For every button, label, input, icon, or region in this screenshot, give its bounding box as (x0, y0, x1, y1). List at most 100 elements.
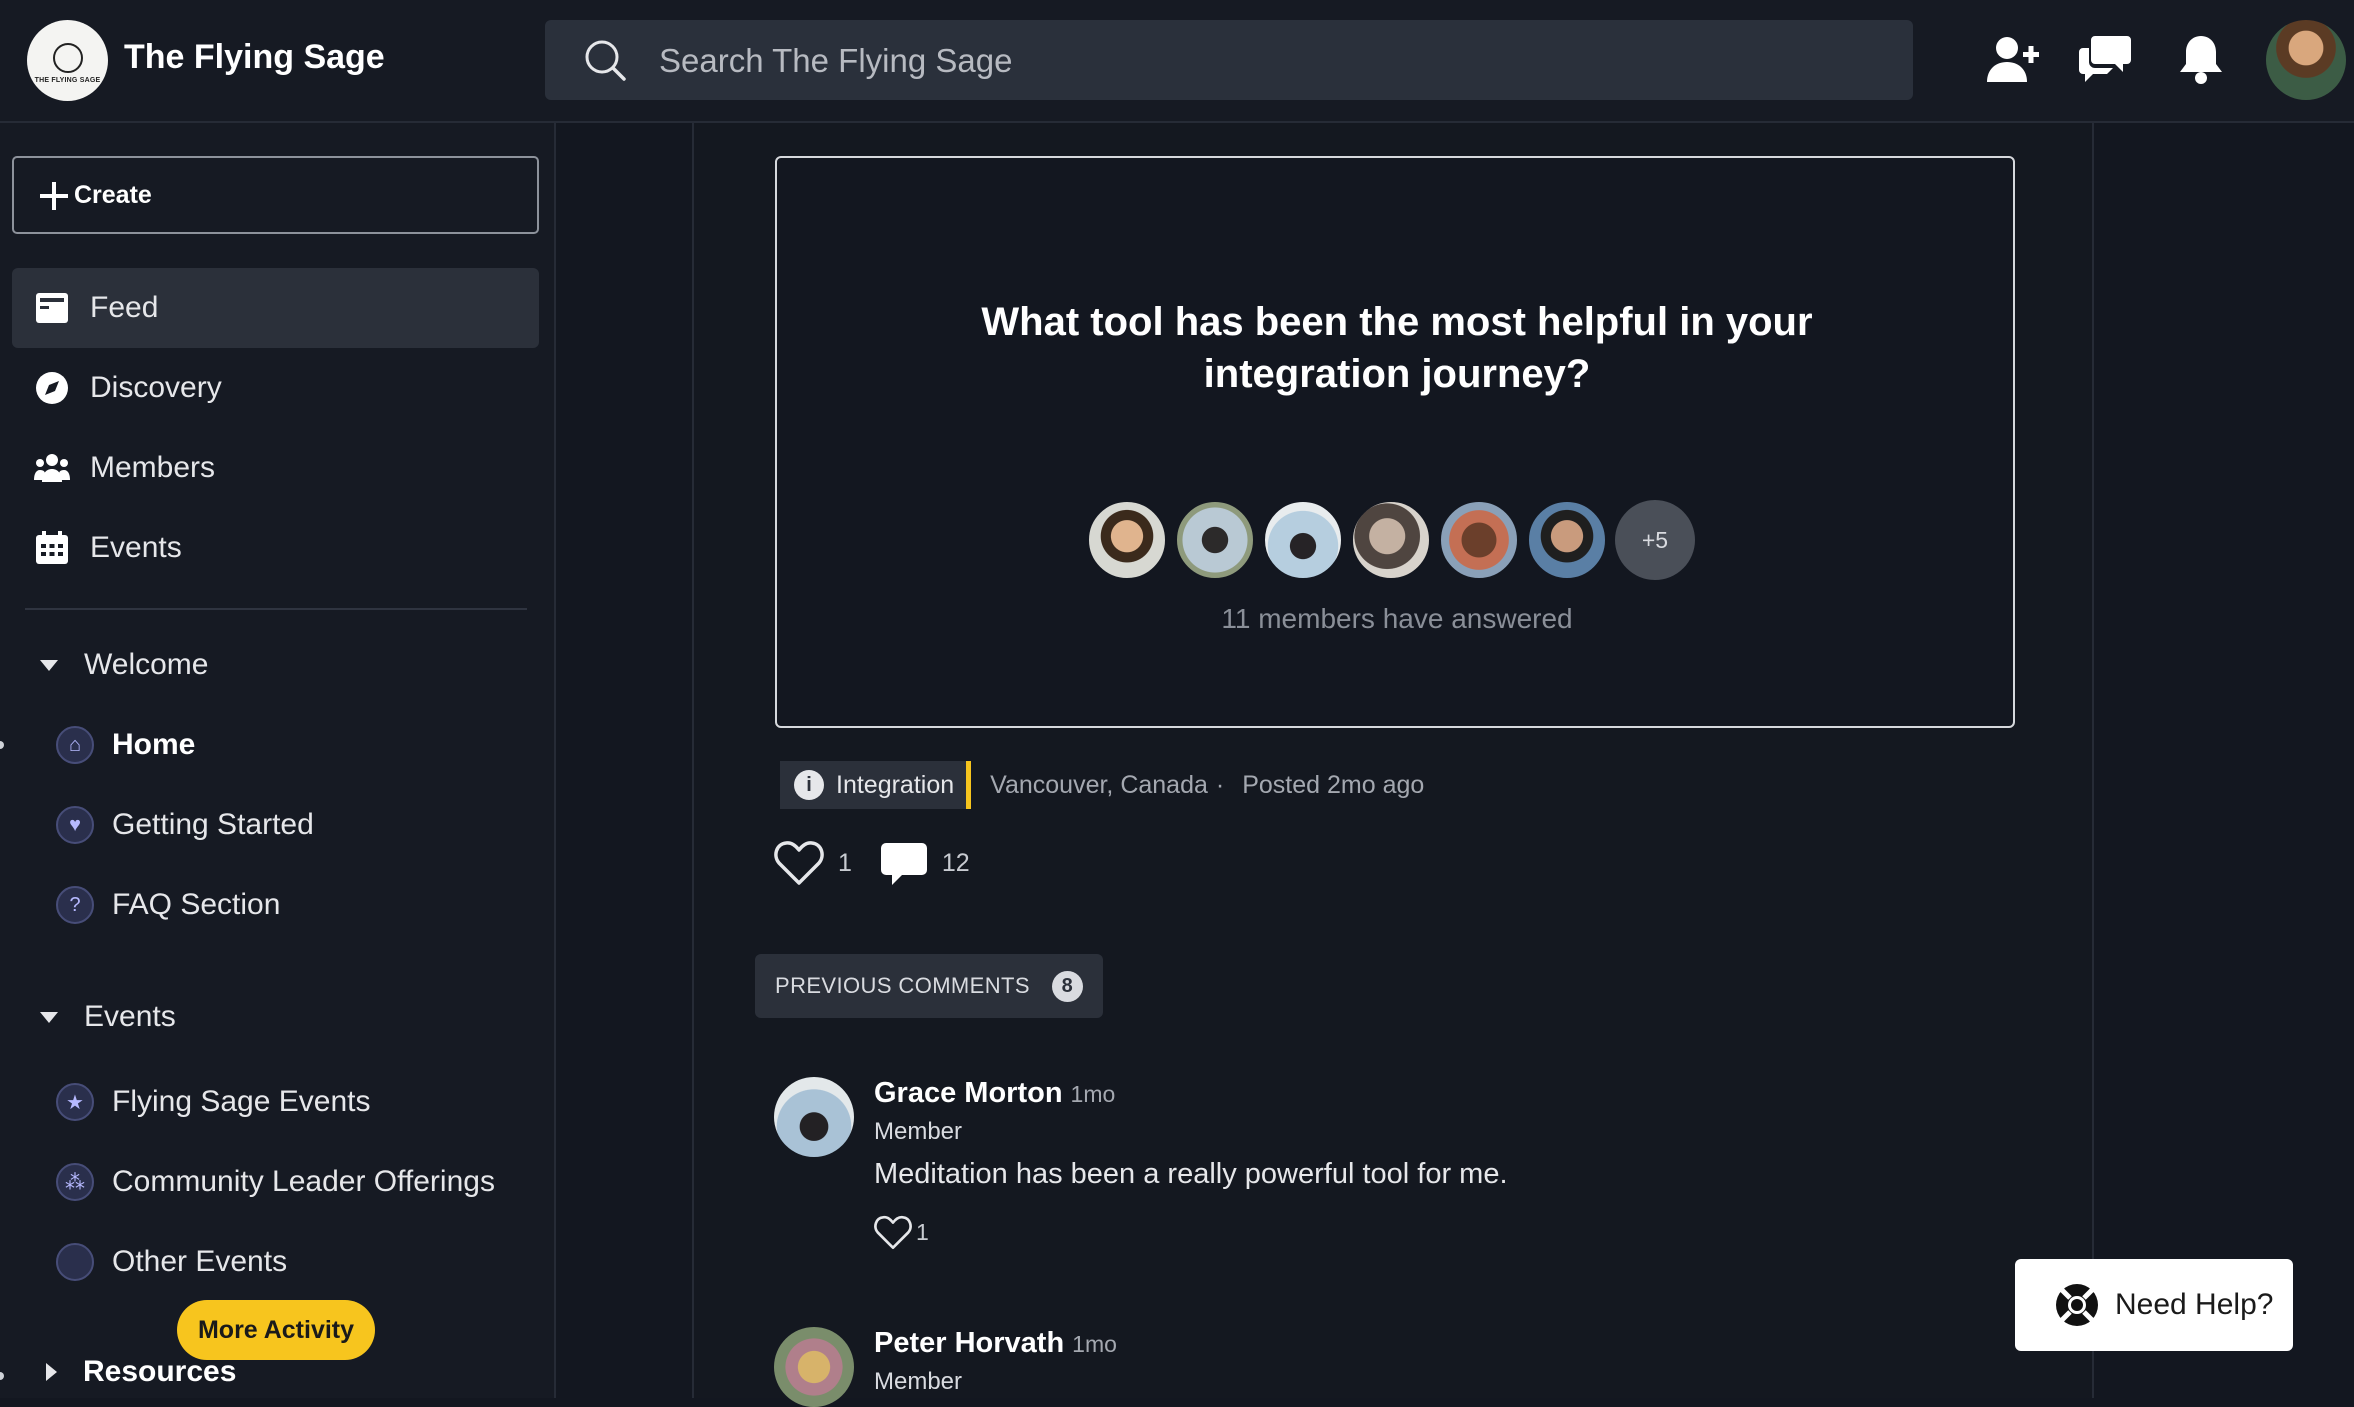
meta-separator: · (1215, 770, 1225, 799)
sidebar-item-faq[interactable]: ? FAQ Section (56, 877, 280, 933)
sidebar-item-label: Home (112, 728, 196, 761)
create-button[interactable]: Create (12, 156, 539, 234)
question-card[interactable]: What tool has been the most helpful in y… (775, 156, 2015, 728)
comment-text: Meditation has been a really powerful to… (874, 1158, 1508, 1190)
community-name[interactable]: The Flying Sage (124, 38, 385, 77)
sidebar-divider (25, 608, 527, 610)
answerer-avatars[interactable]: +5 (1087, 500, 1695, 580)
search-bar[interactable] (545, 20, 1913, 102)
add-member-icon[interactable] (1985, 32, 2043, 90)
left-gutter (556, 123, 694, 1398)
bell-icon[interactable] (2176, 32, 2234, 90)
tag-label: Integration (836, 770, 955, 799)
comment-role: Member (874, 1368, 963, 1395)
previous-comments-button[interactable]: PREVIOUS COMMENTS 8 (755, 954, 1103, 1018)
nav-feed[interactable]: Feed (12, 268, 539, 348)
avatar[interactable] (774, 1077, 854, 1157)
comment-like-count: 1 (916, 1219, 929, 1245)
nav-discovery[interactable]: Discovery (12, 348, 539, 428)
section-title: Events (84, 1000, 176, 1033)
post-reactions: 1 12 (774, 839, 998, 887)
nav-label: Feed (90, 291, 159, 324)
section-indicator (0, 1372, 4, 1380)
section-events[interactable]: Events (40, 1000, 176, 1034)
avatar[interactable] (1351, 500, 1431, 580)
caret-down-icon (40, 1011, 58, 1023)
topic-tag[interactable]: i Integration (780, 761, 972, 809)
nav-label: Events (90, 531, 182, 564)
logo-text: THE FLYING SAGE (34, 77, 101, 84)
section-title: Resources (83, 1355, 237, 1388)
nav-label: Discovery (90, 371, 222, 404)
answered-count: 11 members have answered (1221, 603, 1573, 634)
top-bar: THE FLYING SAGE The Flying Sage (0, 0, 2354, 123)
lifebuoy-icon (2053, 1281, 2101, 1329)
avatar[interactable] (1263, 500, 1343, 580)
sidebar-item-flying-sage-events[interactable]: ★ Flying Sage Events (56, 1074, 370, 1130)
user-avatar[interactable] (2266, 20, 2346, 100)
sidebar-item-getting-started[interactable]: ♥ Getting Started (56, 797, 314, 853)
section-title: Welcome (84, 648, 209, 681)
community-logo[interactable]: THE FLYING SAGE (27, 20, 108, 101)
section-resources[interactable]: Resources (40, 1355, 236, 1389)
post-time: Posted 2mo ago (1242, 770, 1425, 799)
comment-author[interactable]: Peter Horvath (874, 1327, 1064, 1359)
need-help-label: Need Help? (2115, 1288, 2274, 1321)
avatar[interactable] (1527, 500, 1607, 580)
post-location: Vancouver, Canada (990, 770, 1208, 799)
logo-mark-icon (52, 43, 83, 73)
nav-label: Members (90, 451, 216, 484)
caret-right-icon (46, 1363, 57, 1381)
more-answerers-badge[interactable]: +5 (1615, 500, 1695, 580)
sidebar-item-label: FAQ Section (112, 888, 281, 921)
need-help-button[interactable]: Need Help? (2015, 1259, 2293, 1351)
sidebar-item-label: Community Leader Offerings (112, 1165, 495, 1198)
post-detail: What tool has been the most helpful in y… (694, 123, 2094, 1407)
comment-author[interactable]: Grace Morton (874, 1077, 1063, 1109)
search-input[interactable] (657, 20, 1861, 102)
caret-down-icon (40, 659, 58, 671)
sidebar-item-community-leader-offerings[interactable]: ⁂ Community Leader Offerings (56, 1154, 495, 1210)
compass-icon (34, 370, 70, 406)
previous-comments-label: PREVIOUS COMMENTS (775, 973, 1030, 998)
nav-events[interactable]: Events (12, 508, 539, 588)
info-icon: i (794, 770, 824, 800)
section-welcome[interactable]: Welcome (40, 648, 208, 682)
avatar[interactable] (1439, 500, 1519, 580)
comment-like[interactable]: 1 (874, 1215, 1974, 1250)
like-count: 1 (838, 848, 852, 877)
current-page-indicator (0, 741, 4, 749)
comment-icon[interactable] (880, 839, 928, 887)
home-icon: ⌂ (56, 726, 94, 764)
more-activity-button[interactable]: More Activity (177, 1300, 375, 1360)
comment-time: 1mo (1072, 1331, 1117, 1357)
question-icon: ? (56, 886, 94, 924)
chat-icon[interactable] (2079, 32, 2137, 90)
comment-role: Member (874, 1118, 963, 1145)
like-icon[interactable] (774, 840, 824, 886)
heart-icon: ♥ (56, 806, 94, 844)
comment-count: 12 (941, 848, 970, 877)
plus-icon (38, 180, 70, 212)
post-meta: i Integration Vancouver, Canada · Posted… (780, 761, 1424, 809)
nav-members[interactable]: Members (12, 428, 539, 508)
sidebar: Create Feed Discovery Members Events Wel… (0, 123, 556, 1398)
calendar-icon (34, 530, 70, 566)
members-icon (34, 450, 70, 486)
sidebar-item-home[interactable]: ⌂ Home (56, 717, 195, 773)
comment-time: 1mo (1070, 1081, 1116, 1107)
group-icon: ⁂ (56, 1163, 94, 1201)
like-icon[interactable] (874, 1215, 912, 1250)
question-text: What tool has been the most helpful in y… (981, 300, 1813, 396)
avatar[interactable] (1087, 500, 1167, 580)
sidebar-item-other-events[interactable]: Other Events (56, 1234, 287, 1290)
star-icon: ★ (56, 1083, 94, 1121)
avatar[interactable] (1175, 500, 1255, 580)
circle-icon (56, 1243, 94, 1281)
sidebar-item-label: Flying Sage Events (112, 1085, 371, 1118)
sidebar-item-label: Getting Started (112, 808, 314, 841)
sidebar-item-label: Other Events (112, 1245, 288, 1278)
search-icon (583, 38, 627, 82)
avatar[interactable] (774, 1327, 854, 1407)
previous-comments-count: 8 (1051, 970, 1083, 1002)
